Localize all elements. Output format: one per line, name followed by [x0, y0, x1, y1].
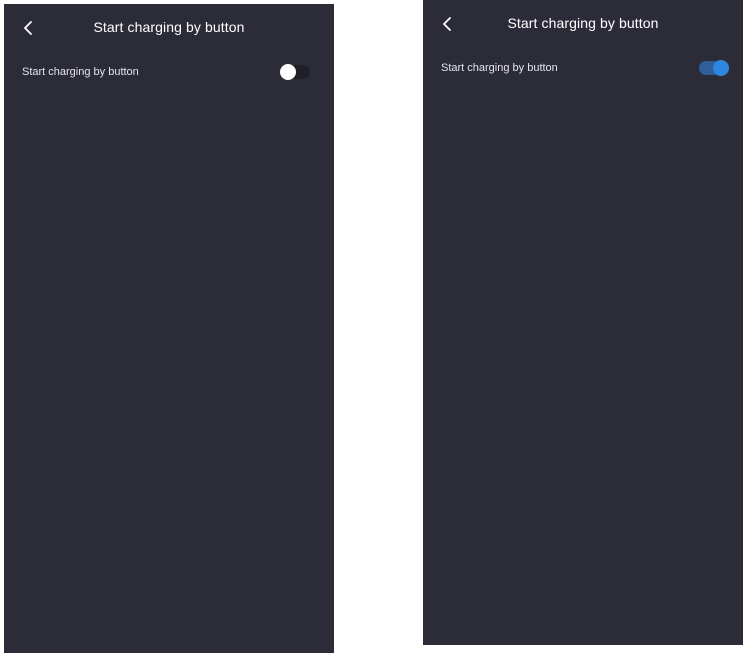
setting-label: Start charging by button: [22, 66, 139, 78]
setting-row-start-charging: Start charging by button: [4, 52, 334, 92]
header: Start charging by button: [4, 4, 334, 52]
header: Start charging by button: [423, 0, 743, 48]
page-title: Start charging by button: [507, 15, 659, 31]
setting-label: Start charging by button: [441, 62, 558, 74]
screen-toggle-off: Start charging by button Start charging …: [4, 4, 334, 653]
toggle-knob: [280, 64, 296, 80]
start-charging-toggle[interactable]: [699, 60, 729, 76]
screen-toggle-on: Start charging by button Start charging …: [423, 0, 743, 645]
toggle-knob: [713, 60, 729, 76]
setting-row-start-charging: Start charging by button: [423, 48, 743, 88]
start-charging-toggle[interactable]: [280, 64, 310, 80]
page-title: Start charging by button: [93, 19, 245, 35]
